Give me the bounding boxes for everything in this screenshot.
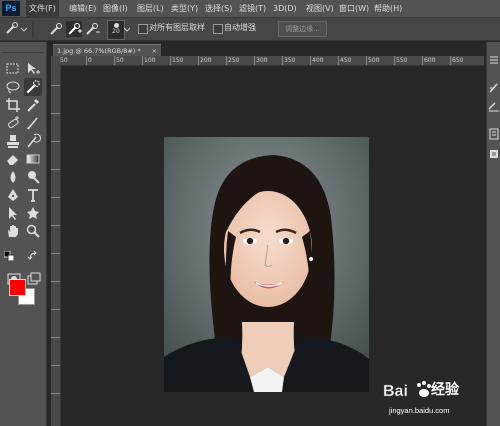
menu-window[interactable]: 窗口(W) xyxy=(339,0,369,17)
ruler-tick xyxy=(51,253,60,254)
ruler-tick xyxy=(51,85,60,86)
chevron-down-icon[interactable] xyxy=(124,21,130,37)
subtract-from-selection-icon[interactable] xyxy=(84,21,100,37)
dodge-tool-icon[interactable] xyxy=(25,169,41,185)
menu-help[interactable]: 帮助(H) xyxy=(374,0,402,17)
sample-all-layers-label: 对所有图层取样 xyxy=(149,23,205,32)
document-tab-title: 1.jpg @ 66.7%(RGB/8#) * xyxy=(57,47,141,55)
options-bar: 20 对所有图层取样 自动增强 调整边缘... xyxy=(0,18,500,41)
type-tool-icon[interactable] xyxy=(25,187,41,203)
ruler-label: 50 xyxy=(114,56,124,65)
menu-file[interactable]: 文件(F) xyxy=(26,0,59,17)
quick-selection-tool-icon[interactable] xyxy=(24,78,42,96)
ruler-label: 400 xyxy=(310,56,324,65)
auto-enhance-label: 自动增强 xyxy=(224,23,256,32)
spot-healing-brush-icon[interactable] xyxy=(5,115,21,131)
menu-bar: Ps 文件(F) 编辑(E) 图像(I) 图层(L) 类型(Y) 选择(S) 滤… xyxy=(0,0,500,18)
blur-tool-icon[interactable] xyxy=(5,169,21,185)
add-to-selection-icon[interactable] xyxy=(66,21,82,37)
pen-tool-icon[interactable] xyxy=(5,187,21,203)
ruler-tick xyxy=(51,197,60,198)
brush-size-picker[interactable]: 20 xyxy=(107,20,125,40)
layers-panel-icon[interactable] xyxy=(488,148,500,160)
ruler-origin[interactable] xyxy=(51,56,60,65)
watermark-url: jingyan.baidu.com xyxy=(389,406,450,415)
ruler-label: 150 xyxy=(170,56,184,65)
panel-dock xyxy=(486,42,500,426)
ruler-label: 250 xyxy=(226,56,240,65)
eraser-tool-icon[interactable] xyxy=(5,151,21,167)
ruler-label: 550 xyxy=(394,56,408,65)
foreground-color-swatch[interactable] xyxy=(9,279,26,296)
horizontal-ruler[interactable]: 50 0 50 100 150 200 250 300 350 400 450 … xyxy=(60,56,484,66)
new-selection-icon[interactable] xyxy=(48,21,64,37)
menu-layer[interactable]: 图层(L) xyxy=(137,0,164,17)
crop-tool-icon[interactable] xyxy=(5,97,21,113)
brush-tool-icon[interactable] xyxy=(25,115,41,131)
refine-edge-button[interactable]: 调整边缘... xyxy=(278,21,327,37)
menu-view[interactable]: 视图(V) xyxy=(306,0,334,17)
history-brush-tool-icon[interactable] xyxy=(25,133,41,149)
brush-panel-icon[interactable] xyxy=(488,82,500,94)
baidu-logo-icon: Bai xyxy=(383,381,431,400)
jingyan-label: 经验 xyxy=(431,382,459,398)
menu-image[interactable]: 图像(I) xyxy=(103,0,128,17)
gradient-tool-icon[interactable] xyxy=(25,151,41,167)
hand-tool-icon[interactable] xyxy=(5,223,21,239)
ruler-label: 300 xyxy=(254,56,268,65)
ruler-tick xyxy=(51,393,60,394)
ruler-label: 600 xyxy=(422,56,436,65)
ruler-tick xyxy=(51,365,60,366)
menu-edit[interactable]: 编辑(E) xyxy=(69,0,96,17)
ruler-tick xyxy=(51,169,60,170)
marquee-tool-icon[interactable] xyxy=(5,61,21,77)
zoom-tool-icon[interactable] xyxy=(25,223,41,239)
ruler-label: 0 xyxy=(86,56,92,65)
menu-3d[interactable]: 3D(D) xyxy=(273,0,297,17)
toolbox-grip[interactable] xyxy=(2,44,44,53)
ruler-tick xyxy=(51,281,60,282)
tool-presets-panel-icon[interactable] xyxy=(488,100,500,112)
ruler-label: 350 xyxy=(282,56,296,65)
move-tool-icon[interactable] xyxy=(25,61,41,77)
ruler-label: 200 xyxy=(198,56,212,65)
baidu-jingyan-watermark: Bai 经验 jingyan.baidu.com xyxy=(383,377,487,417)
ruler-tick xyxy=(51,141,60,142)
quick-selection-tool-slot[interactable] xyxy=(24,78,42,96)
path-selection-tool-icon[interactable] xyxy=(5,205,21,221)
menu-filter[interactable]: 滤镜(T) xyxy=(239,0,266,17)
ruler-tick xyxy=(51,309,60,310)
eyedropper-tool-icon[interactable] xyxy=(25,97,41,113)
ruler-label: 450 xyxy=(338,56,352,65)
ruler-tick xyxy=(51,337,60,338)
menu-select[interactable]: 选择(S) xyxy=(205,0,232,17)
default-colors-icon[interactable] xyxy=(4,251,14,261)
brush-size-value: 20 xyxy=(112,28,120,35)
auto-enhance-checkbox[interactable] xyxy=(213,24,223,34)
menu-type[interactable]: 类型(Y) xyxy=(171,0,198,17)
sample-all-layers-checkbox[interactable] xyxy=(138,24,148,34)
toolbox xyxy=(0,42,47,426)
ruler-label: 650 xyxy=(450,56,464,65)
ruler-label: 50 xyxy=(60,57,68,64)
custom-shape-tool-icon[interactable] xyxy=(25,205,41,221)
ruler-tick xyxy=(51,113,60,114)
photoshop-logo: Ps xyxy=(2,1,20,16)
properties-panel-icon[interactable] xyxy=(488,128,500,140)
history-panel-icon[interactable] xyxy=(488,54,500,66)
baidu-logo-text: Bai xyxy=(383,383,408,400)
lasso-tool-icon[interactable] xyxy=(5,79,21,95)
canvas-portrait-image[interactable] xyxy=(164,137,369,392)
screen-mode-icon[interactable] xyxy=(26,271,42,287)
vertical-ruler[interactable] xyxy=(51,65,61,426)
ruler-label: 500 xyxy=(366,56,380,65)
clone-stamp-tool-icon[interactable] xyxy=(5,133,21,149)
ruler-label: 100 xyxy=(142,56,156,65)
ruler-tick xyxy=(51,225,60,226)
swap-colors-icon[interactable] xyxy=(28,251,40,261)
quick-selection-tool-preset-icon[interactable] xyxy=(4,21,36,37)
